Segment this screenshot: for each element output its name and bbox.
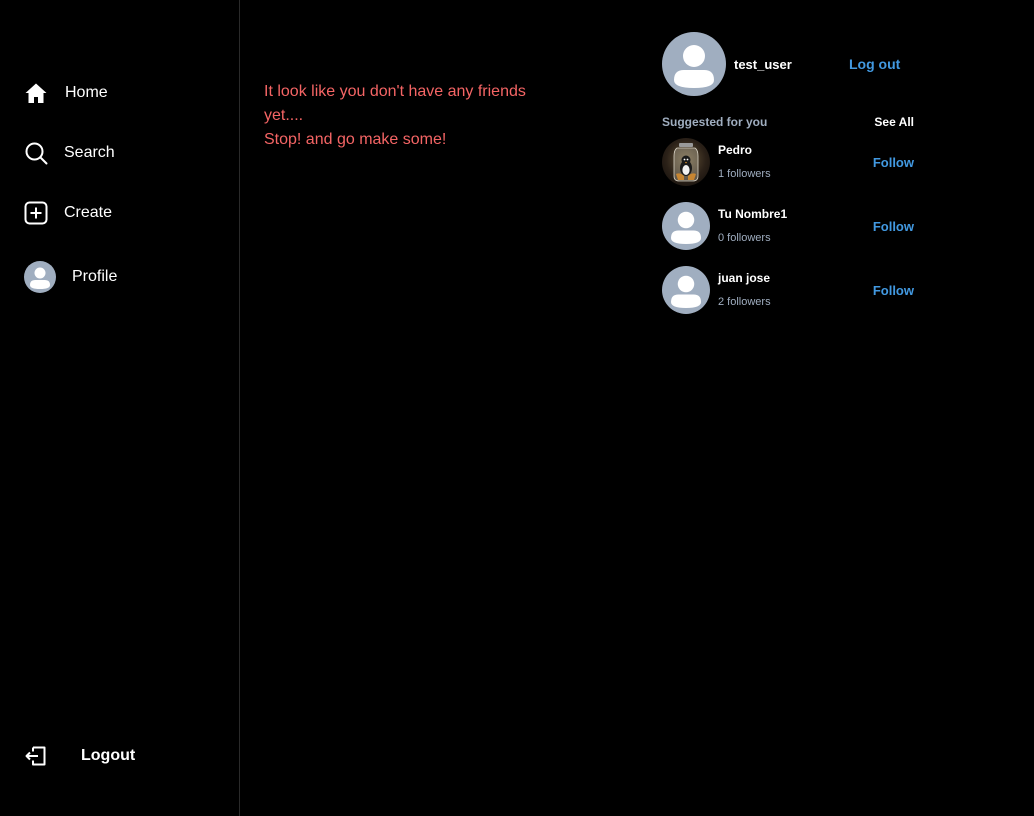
avatar[interactable] [662,202,710,250]
sidebar-item-label: Search [64,144,115,161]
list-item: Tu Nombre1 0 followers Follow [662,202,914,250]
follow-button[interactable]: Follow [873,155,914,170]
suggested-username[interactable]: Pedro [718,143,752,157]
sidebar-item-label: Home [65,84,108,101]
suggested-user-info: Pedro 1 followers [718,138,873,186]
follow-button[interactable]: Follow [873,283,914,298]
sidebar-item-label: Profile [72,268,118,285]
current-user-row: test_user Log out [662,32,922,96]
sidebar-item-label: Create [64,204,113,221]
sidebar-item-search[interactable]: Search [24,141,115,165]
suggested-username[interactable]: Tu Nombre1 [718,207,787,221]
empty-feed-line: It look like you don't have any friends … [264,83,526,124]
suggested-header: Suggested for you See All [662,114,914,130]
sidebar-item-create[interactable]: Create [24,201,112,225]
suggestions-panel: test_user Log out Suggested for you See … [662,32,922,330]
empty-feed-message: It look like you don't have any friends … [264,80,544,152]
follower-count: 2 followers [718,296,771,308]
logout-link[interactable]: Log out [849,56,900,72]
see-all-link[interactable]: See All [874,115,914,129]
search-icon [24,141,48,165]
empty-feed-line: Stop! and go make some! [264,131,447,148]
follower-count: 1 followers [718,168,771,180]
suggested-title: Suggested for you [662,115,768,129]
suggested-list: Pedro 1 followers Follow Tu Nombre1 0 fo… [662,138,922,314]
sidebar-item-home[interactable]: Home [24,81,108,105]
sidebar-item-profile[interactable]: Profile [24,261,117,293]
suggested-username[interactable]: juan jose [718,271,770,285]
home-icon [24,81,48,105]
avatar [24,261,56,293]
current-username[interactable]: test_user [734,57,849,72]
logout-icon [24,744,48,768]
sidebar: Home Search Create Profile Logout [0,0,240,816]
avatar[interactable] [662,138,710,186]
list-item: juan jose 2 followers Follow [662,266,914,314]
follow-button[interactable]: Follow [873,219,914,234]
logout-button[interactable]: Logout [24,744,135,768]
list-item: Pedro 1 followers Follow [662,138,914,186]
suggested-user-info: juan jose 2 followers [718,266,873,314]
avatar[interactable] [662,266,710,314]
avatar[interactable] [662,32,726,96]
logout-label: Logout [81,747,136,764]
plus-square-icon [24,201,48,225]
suggested-user-info: Tu Nombre1 0 followers [718,202,873,250]
follower-count: 0 followers [718,232,771,244]
